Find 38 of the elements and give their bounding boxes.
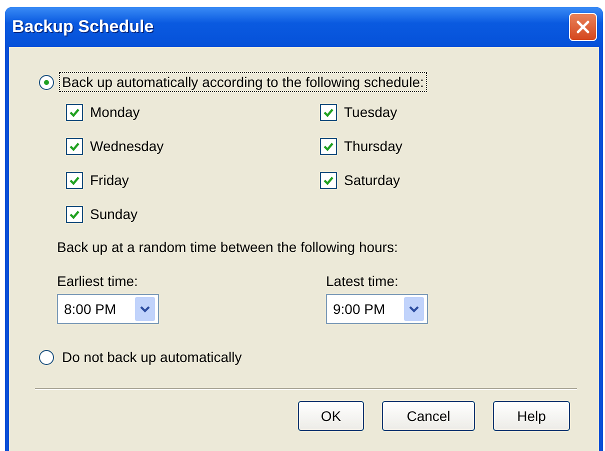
checkbox[interactable]: [66, 104, 83, 120]
checkbox-label[interactable]: Saturday: [344, 172, 400, 188]
close-icon: [576, 20, 590, 34]
check-icon: [323, 106, 334, 118]
checkbox-label[interactable]: Sunday: [90, 206, 138, 222]
dialog-button[interactable]: Help: [493, 401, 570, 431]
time-label: Latest time:: [326, 273, 400, 291]
time-label: Earliest time:: [57, 273, 139, 291]
check-icon: [323, 174, 334, 186]
checkbox[interactable]: [320, 104, 337, 120]
checkbox-label[interactable]: Friday: [90, 172, 129, 188]
hours-label: Back up at a random time between the following hours:: [57, 239, 399, 257]
checkbox-label[interactable]: Tuesday: [344, 104, 398, 120]
checkbox-label[interactable]: Thursday: [344, 138, 402, 154]
checkbox[interactable]: [320, 138, 337, 154]
chevron-down-icon: [140, 306, 150, 312]
radio-label[interactable]: Back up automatically according to the following schedule:: [59, 72, 427, 92]
chevron-down-icon: [409, 306, 419, 312]
checkbox[interactable]: [66, 172, 83, 188]
time-dropdown[interactable]: 8:00 PM: [57, 294, 159, 324]
checkbox[interactable]: [320, 172, 337, 188]
radio-button[interactable]: [39, 74, 54, 90]
checkbox[interactable]: [66, 138, 83, 154]
time-dropdown[interactable]: 9:00 PM: [326, 294, 428, 324]
check-icon: [69, 140, 80, 152]
radio-label[interactable]: Do not back up automatically: [59, 347, 245, 367]
check-icon: [323, 140, 334, 152]
check-icon: [69, 106, 80, 118]
close-button[interactable]: [569, 13, 597, 41]
check-icon: [69, 208, 80, 220]
check-icon: [69, 174, 80, 186]
checkbox[interactable]: [66, 206, 83, 222]
window-title: Backup Schedule: [12, 17, 154, 37]
checkbox-label[interactable]: Wednesday: [90, 138, 164, 154]
dialog-button[interactable]: OK: [298, 401, 364, 431]
checkbox-label[interactable]: Monday: [90, 104, 140, 120]
radio-button[interactable]: [39, 350, 54, 364]
dialog-button[interactable]: Cancel: [382, 401, 475, 431]
